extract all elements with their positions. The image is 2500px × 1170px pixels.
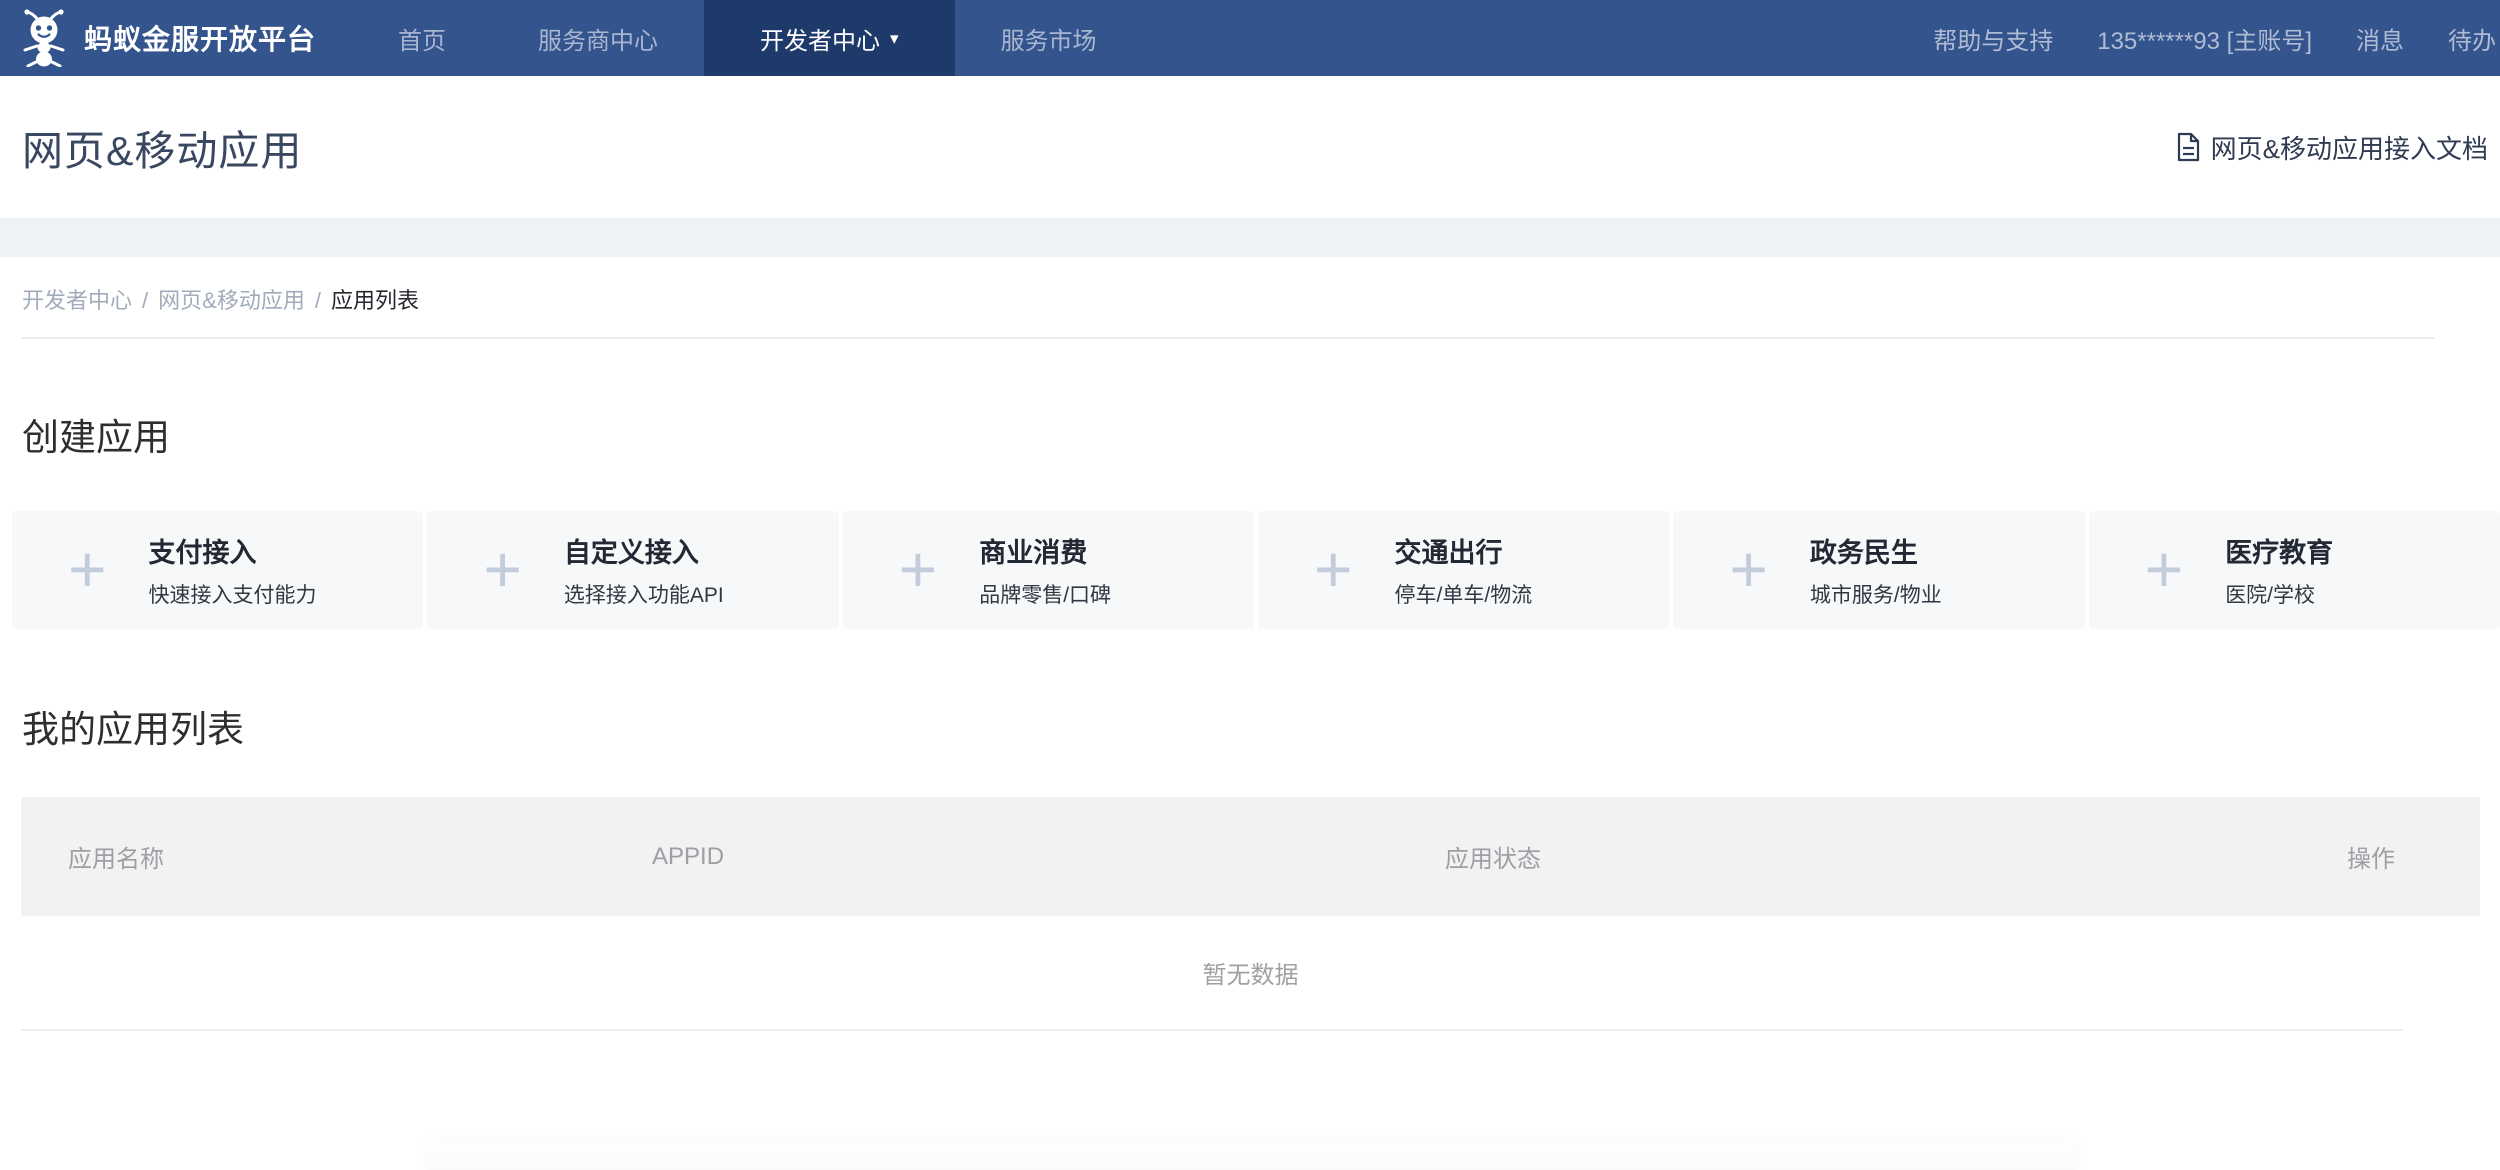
create-card-3[interactable]: + 交通出行停车/单车/物流 xyxy=(1258,511,1669,629)
plus-icon: + xyxy=(68,540,107,599)
column-header-0: 应用名称 xyxy=(68,797,164,916)
card-text: 商业消费品牌零售/口碑 xyxy=(979,531,1111,609)
create-card-2[interactable]: + 商业消费品牌零售/口碑 xyxy=(843,511,1254,629)
chevron-down-icon: ▾ xyxy=(890,30,899,47)
navbar-right-menu: 帮助与支持 135******93 [主账号] 消息 待办 xyxy=(1933,0,2500,76)
breadcrumb-item-2: 应用列表 xyxy=(331,288,419,313)
create-card-0[interactable]: + 支付接入快速接入支付能力 xyxy=(12,511,423,629)
card-subtitle: 选择接入功能API xyxy=(564,579,724,609)
card-subtitle: 城市服务/物业 xyxy=(1810,579,1942,609)
app-table-header: 应用名称 APPID 应用状态 操作 xyxy=(21,797,2480,916)
nav-item-label: 服务市场 xyxy=(1001,21,1097,56)
column-header-2: 应用状态 xyxy=(1445,797,1541,916)
card-title: 支付接入 xyxy=(149,531,317,570)
card-subtitle: 停车/单车/物流 xyxy=(1395,579,1533,609)
card-title: 交通出行 xyxy=(1395,531,1533,570)
nav-item-1[interactable]: 服务商中心 xyxy=(492,0,704,76)
bottom-panel-edge xyxy=(430,1142,2075,1170)
breadcrumb-separator: / xyxy=(142,288,148,313)
messages-link[interactable]: 消息 xyxy=(2356,21,2404,56)
nav-item-2[interactable]: 开发者中心 ▾ xyxy=(704,0,955,76)
breadcrumb: 开发者中心 / 网页&移动应用 / 应用列表 xyxy=(0,257,2500,315)
card-text: 医疗教育医院/学校 xyxy=(2225,531,2333,609)
card-title: 商业消费 xyxy=(979,531,1111,570)
breadcrumb-divider xyxy=(22,337,2434,339)
plus-icon: + xyxy=(1729,540,1768,599)
doc-link-label: 网页&移动应用接入文档 xyxy=(2211,129,2488,166)
create-card-5[interactable]: + 医疗教育医院/学校 xyxy=(2089,511,2500,629)
nav-item-0[interactable]: 首页 xyxy=(352,0,492,76)
empty-state-text: 暂无数据 xyxy=(1203,955,1299,990)
todo-link[interactable]: 待办 xyxy=(2448,21,2496,56)
card-subtitle: 快速接入支付能力 xyxy=(149,579,317,609)
plus-icon: + xyxy=(2145,540,2184,599)
breadcrumb-item-1[interactable]: 网页&移动应用 xyxy=(158,288,305,313)
top-navbar: 蚂蚁金服开放平台 首页 服务商中心 开发者中心 ▾ 服务市场 帮助与支持 135*****… xyxy=(0,0,2500,76)
app-table: 应用名称 APPID 应用状态 操作 暂无数据 xyxy=(21,797,2480,1031)
page: 蚂蚁金服开放平台 首页服务商中心开发者中心▾服务市场 帮助与支持135*****… xyxy=(0,0,2500,1170)
card-title: 自定义接入 xyxy=(564,531,724,570)
app-list-title: 我的应用列表 xyxy=(22,699,2500,753)
nav-item-3[interactable]: 服务市场 xyxy=(955,0,1143,76)
card-text: 交通出行停车/单车/物流 xyxy=(1395,531,1533,609)
card-text: 支付接入快速接入支付能力 xyxy=(149,531,317,609)
breadcrumb-separator: / xyxy=(315,288,321,313)
ant-logo-icon xyxy=(18,9,70,67)
doc-link[interactable]: 网页&移动应用接入文档 xyxy=(2176,129,2488,166)
header-divider-band xyxy=(0,218,2500,257)
plus-icon: + xyxy=(1314,540,1353,599)
card-title: 政务民生 xyxy=(1810,531,1942,570)
plus-icon: + xyxy=(483,540,522,599)
table-bottom-divider xyxy=(21,1029,2403,1031)
nav-item-label: 服务商中心 xyxy=(538,21,658,56)
card-subtitle: 品牌零售/口碑 xyxy=(979,579,1111,609)
create-card-1[interactable]: + 自定义接入选择接入功能API xyxy=(427,511,838,629)
page-title: 网页&移动应用 xyxy=(22,117,302,177)
brand[interactable]: 蚂蚁金服开放平台 xyxy=(0,0,352,76)
column-header-1: APPID xyxy=(652,797,724,916)
card-text: 政务民生城市服务/物业 xyxy=(1810,531,1942,609)
create-card-4[interactable]: + 政务民生城市服务/物业 xyxy=(1673,511,2084,629)
create-cards-row: + 支付接入快速接入支付能力 + 自定义接入选择接入功能API + 商业消费品牌零售/口碑… xyxy=(12,511,2500,629)
app-table-empty-row: 暂无数据 xyxy=(21,916,2480,1029)
brand-title: 蚂蚁金服开放平台 xyxy=(84,18,316,58)
account-label[interactable]: 135******93 [主账号] xyxy=(2097,21,2312,56)
breadcrumb-item-0[interactable]: 开发者中心 xyxy=(22,288,132,313)
card-title: 医疗教育 xyxy=(2225,531,2333,570)
column-header-3: 操作 xyxy=(2347,797,2395,916)
help-support-link[interactable]: 帮助与支持 xyxy=(1933,21,2053,56)
create-section-title: 创建应用 xyxy=(22,407,2500,461)
page-header: 网页&移动应用 网页&移动应用接入文档 xyxy=(0,76,2500,218)
card-subtitle: 医院/学校 xyxy=(2225,579,2333,609)
nav-item-label: 开发者中心 xyxy=(760,21,880,56)
navbar-menu: 首页 服务商中心 开发者中心 ▾ 服务市场 xyxy=(352,0,1143,76)
document-icon xyxy=(2176,132,2201,162)
card-text: 自定义接入选择接入功能API xyxy=(564,531,724,609)
nav-item-label: 首页 xyxy=(398,21,446,56)
plus-icon: + xyxy=(899,540,938,599)
